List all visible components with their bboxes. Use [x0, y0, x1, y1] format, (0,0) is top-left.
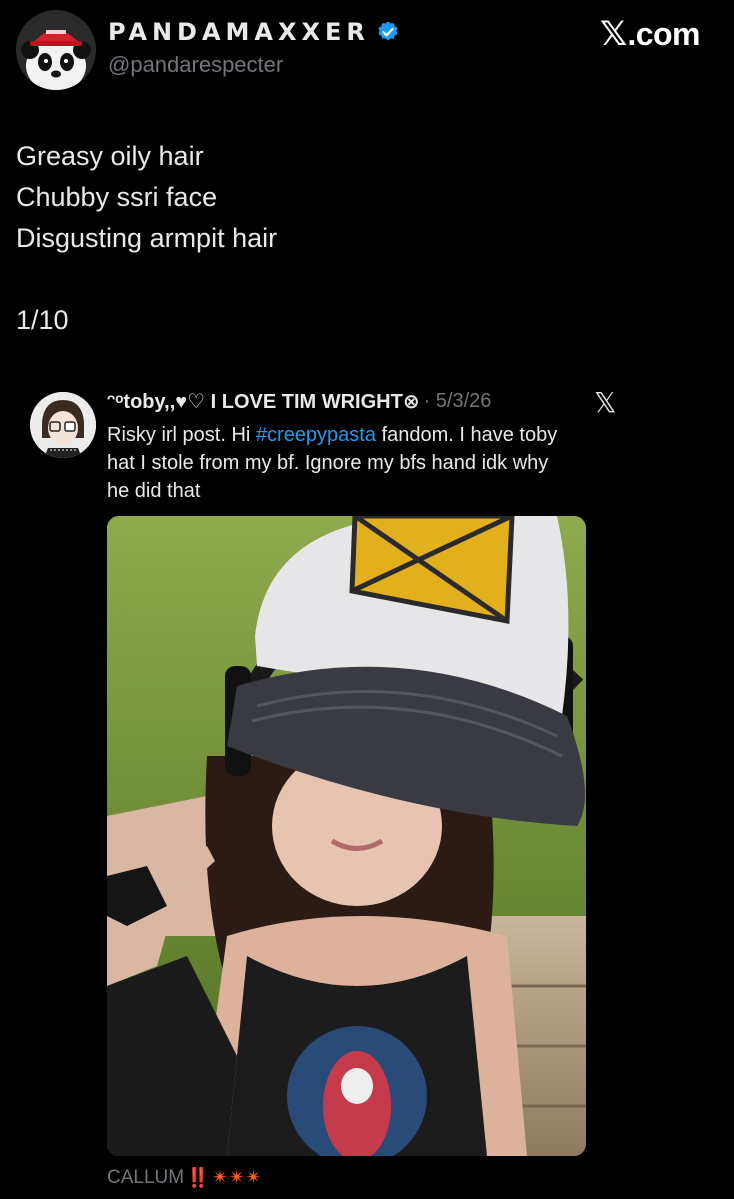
- author-display-name[interactable]: PANDAMAXXER: [108, 18, 370, 46]
- attribution-label: CALLUM ‼️ ✴✴✴: [107, 1165, 262, 1190]
- selfie-photo: [107, 516, 586, 1156]
- quoted-post-header: ᵔᵒtoby,,♥♡ I LOVE TIM WRIGHT⊗ · 5/3/26: [107, 389, 491, 414]
- tweet-line: 1/10: [16, 305, 69, 335]
- tweet-line: [16, 259, 277, 300]
- tweet-text: Greasy oily hair Chubby ssri face Disgus…: [16, 136, 277, 341]
- brand-text: .com: [627, 15, 700, 52]
- panda-avatar-icon: [16, 10, 96, 90]
- quoted-post-text: Risky irl post. Hi #creepypasta fandom. …: [107, 421, 627, 505]
- quoted-post-date[interactable]: · 5/3/26: [424, 390, 492, 413]
- author-avatar[interactable]: [16, 10, 96, 90]
- quoted-author-name[interactable]: ᵔᵒtoby,,♥♡ I LOVE TIM WRIGHT⊗: [107, 389, 420, 414]
- double-exclamation-icon: ‼️: [186, 1167, 210, 1189]
- author-handle[interactable]: @pandarespecter: [108, 52, 283, 78]
- quoted-text-line: he did that: [107, 480, 201, 502]
- x-close-icon[interactable]: 𝕏: [594, 386, 617, 419]
- quoted-text-segment: Risky irl post. Hi: [107, 424, 256, 446]
- attribution-name: CALLUM: [107, 1166, 185, 1188]
- quoted-text-segment: fandom. I have toby: [375, 424, 558, 446]
- cartoon-avatar-icon: [30, 392, 96, 458]
- quoted-text-line: hat I stole from my bf. Ignore my bfs ha…: [107, 452, 549, 474]
- tweet-line: Greasy oily hair: [16, 141, 204, 171]
- quoted-post-photo[interactable]: [107, 516, 586, 1156]
- author-name-row: PANDAMAXXER: [108, 18, 400, 46]
- hashtag-link[interactable]: #creepypasta: [256, 424, 376, 446]
- verified-badge-icon: [378, 21, 398, 41]
- burst-stars-icon: ✴✴✴: [211, 1167, 263, 1189]
- tweet-line: Chubby ssri face: [16, 182, 218, 212]
- x-logo-icon: 𝕏: [599, 14, 628, 54]
- x-brand-logo: 𝕏 .com: [599, 14, 701, 54]
- quoted-author-avatar[interactable]: [30, 392, 96, 458]
- tweet-line: Disgusting armpit hair: [16, 223, 278, 253]
